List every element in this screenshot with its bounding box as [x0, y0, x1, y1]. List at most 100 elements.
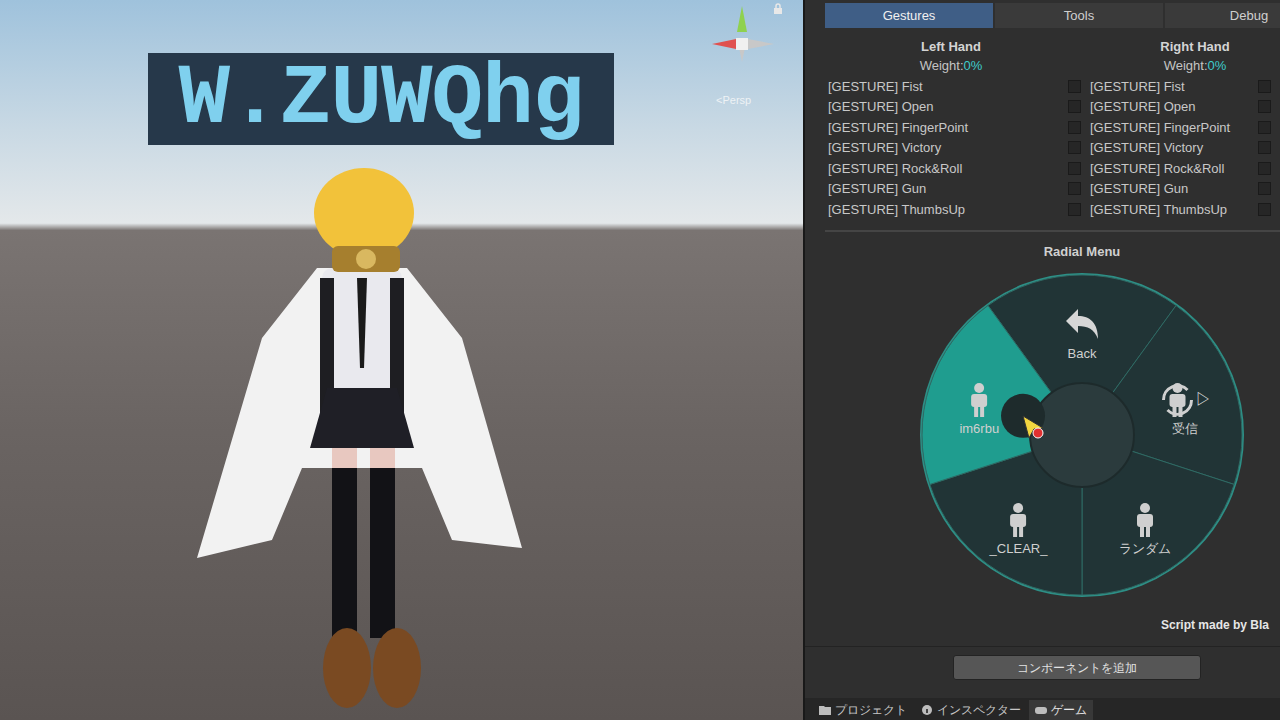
- gesture-row[interactable]: [GESTURE] FingerPoint: [1090, 117, 1280, 138]
- bottom-tab[interactable]: インスペクター: [915, 700, 1027, 720]
- gesture-label[interactable]: [GESTURE] Open: [828, 97, 1068, 117]
- axis-gizmo-icon[interactable]: [702, 4, 782, 64]
- tab-bar: Gestures Tools Debug: [805, 0, 1280, 28]
- tab[interactable]: Tools: [995, 3, 1163, 28]
- lock-icon[interactable]: [773, 3, 783, 15]
- gesture-row[interactable]: [GESTURE] Open: [828, 97, 1090, 118]
- weight-label: Weight:: [1164, 58, 1208, 73]
- gesture-row[interactable]: [GESTURE] Fist: [1090, 76, 1280, 97]
- radial-item[interactable]: ランダム: [1119, 502, 1171, 558]
- gesture-label[interactable]: [GESTURE] Open: [1090, 97, 1258, 117]
- gesture-checkbox[interactable]: [1258, 80, 1271, 93]
- credit-text: Script made by Bla: [1161, 616, 1280, 636]
- gesture-checkbox[interactable]: [1258, 121, 1271, 134]
- credit-row: Script made by Bla: [805, 616, 1280, 636]
- gesture-checkbox[interactable]: [1258, 162, 1271, 175]
- tab-label[interactable]: Tools: [1064, 6, 1094, 26]
- gesture-row[interactable]: [GESTURE] ThumbsUp: [1090, 199, 1280, 220]
- hand-column: Right HandWeight:0%[GESTURE] Fist[GESTUR…: [1090, 38, 1280, 226]
- avatar-icon: [192, 168, 532, 718]
- back-arrow-icon: [1062, 307, 1102, 343]
- gesture-label[interactable]: [GESTURE] Gun: [1090, 179, 1258, 199]
- gesture-checkbox[interactable]: [1068, 162, 1081, 175]
- name-plate: W.ZUWQhg: [148, 53, 614, 145]
- gesture-label[interactable]: [GESTURE] Rock&Roll: [828, 159, 1068, 179]
- radial-icon-row: ▷: [1157, 382, 1212, 418]
- bottom-tab[interactable]: ゲーム: [1029, 700, 1093, 720]
- gesture-label[interactable]: [GESTURE] Victory: [828, 138, 1068, 158]
- gesture-label[interactable]: [GESTURE] ThumbsUp: [1090, 200, 1258, 220]
- weight-value: 0%: [1208, 58, 1227, 73]
- radial-icon-row: [966, 382, 992, 418]
- bottom-tab-label[interactable]: プロジェクト: [835, 701, 907, 719]
- radial-label[interactable]: _CLEAR_: [990, 540, 1048, 558]
- rotate-arrows-icon: [1157, 382, 1197, 418]
- radial-icon-row: [1132, 502, 1158, 538]
- gesture-row[interactable]: [GESTURE] Rock&Roll: [1090, 158, 1280, 179]
- gesture-checkbox[interactable]: [1068, 100, 1081, 113]
- gesture-row[interactable]: [GESTURE] Gun: [1090, 179, 1280, 200]
- hand-title: Right Hand: [1090, 38, 1280, 56]
- add-component-row: コンポーネントを追加: [805, 655, 1280, 680]
- mouse-cursor-icon: [1021, 414, 1047, 442]
- gesture-label[interactable]: [GESTURE] FingerPoint: [1090, 118, 1258, 138]
- separator: [825, 230, 1280, 232]
- gesture-row[interactable]: [GESTURE] FingerPoint: [828, 117, 1090, 138]
- bottom-tab-label[interactable]: インスペクター: [937, 701, 1021, 719]
- scene-view[interactable]: W.ZUWQhg <Persp: [0, 0, 803, 720]
- radial-label[interactable]: 受信: [1172, 420, 1198, 438]
- separator: [805, 646, 1280, 647]
- tab-label[interactable]: Gestures: [883, 6, 936, 26]
- emulator-panel: GesturesToolsDebugLeft HandWeight:0%[GES…: [805, 0, 1280, 720]
- weight: Weight:0%: [828, 56, 1090, 76]
- radial-item[interactable]: im6rbu: [959, 382, 999, 438]
- cursor-puck[interactable]: [1001, 394, 1045, 438]
- bottom-tab[interactable]: プロジェクト: [813, 700, 913, 720]
- submenu-arrow[interactable]: ▷: [1195, 391, 1212, 408]
- gesture-row[interactable]: [GESTURE] Rock&Roll: [828, 158, 1090, 179]
- bottom-tab-label[interactable]: ゲーム: [1051, 701, 1087, 719]
- gesture-checkbox[interactable]: [1258, 141, 1271, 154]
- gesture-checkbox[interactable]: [1258, 100, 1271, 113]
- gesture-row[interactable]: [GESTURE] ThumbsUp: [828, 199, 1090, 220]
- radial-label[interactable]: ランダム: [1119, 540, 1171, 558]
- gamepad-icon: [1035, 705, 1047, 715]
- gesture-label[interactable]: [GESTURE] Fist: [828, 77, 1068, 97]
- radial-menu[interactable]: Back ▷ 受信ランダム _CLEAR_ im6rbu: [917, 270, 1247, 600]
- name-plate-text: W.ZUWQhg: [179, 56, 584, 142]
- gesture-label[interactable]: [GESTURE] Rock&Roll: [1090, 159, 1258, 179]
- gesture-row[interactable]: [GESTURE] Open: [1090, 97, 1280, 118]
- gesture-checkbox[interactable]: [1068, 80, 1081, 93]
- gesture-checkbox[interactable]: [1068, 203, 1081, 216]
- gesture-checkbox[interactable]: [1258, 203, 1271, 216]
- person-icon: [1132, 503, 1158, 537]
- add-component-label[interactable]: コンポーネントを追加: [1017, 659, 1137, 677]
- tab-label[interactable]: Debug: [1230, 6, 1268, 26]
- gesture-label[interactable]: [GESTURE] FingerPoint: [828, 118, 1068, 138]
- person-icon: [966, 383, 992, 417]
- gesture-label[interactable]: [GESTURE] Fist: [1090, 77, 1258, 97]
- gesture-row[interactable]: [GESTURE] Fist: [828, 76, 1090, 97]
- tab[interactable]: Gestures: [825, 3, 993, 28]
- gesture-checkbox[interactable]: [1068, 121, 1081, 134]
- radial-segment[interactable]: [922, 306, 1051, 485]
- radial-item[interactable]: ▷ 受信: [1157, 382, 1212, 438]
- submenu-icon: [1157, 382, 1197, 418]
- gesture-checkbox[interactable]: [1068, 141, 1081, 154]
- radial-label[interactable]: Back: [1068, 345, 1097, 363]
- gesture-label[interactable]: [GESTURE] ThumbsUp: [828, 200, 1068, 220]
- gesture-row[interactable]: [GESTURE] Gun: [828, 179, 1090, 200]
- radial-item[interactable]: _CLEAR_: [990, 502, 1048, 558]
- tab[interactable]: Debug: [1165, 3, 1280, 28]
- gesture-checkbox[interactable]: [1258, 182, 1271, 195]
- gesture-label[interactable]: [GESTURE] Gun: [828, 179, 1068, 199]
- radial-item[interactable]: Back: [1062, 307, 1102, 363]
- gesture-row[interactable]: [GESTURE] Victory: [828, 138, 1090, 159]
- radial-label[interactable]: im6rbu: [959, 420, 999, 438]
- projection-label[interactable]: <Persp: [716, 92, 751, 109]
- gesture-checkbox[interactable]: [1068, 182, 1081, 195]
- radial-section: Radial MenuBack▷受信ランダム_CLEAR_im6rbu: [917, 232, 1247, 600]
- add-component-button[interactable]: コンポーネントを追加: [953, 655, 1201, 680]
- gesture-label[interactable]: [GESTURE] Victory: [1090, 138, 1258, 158]
- gesture-row[interactable]: [GESTURE] Victory: [1090, 138, 1280, 159]
